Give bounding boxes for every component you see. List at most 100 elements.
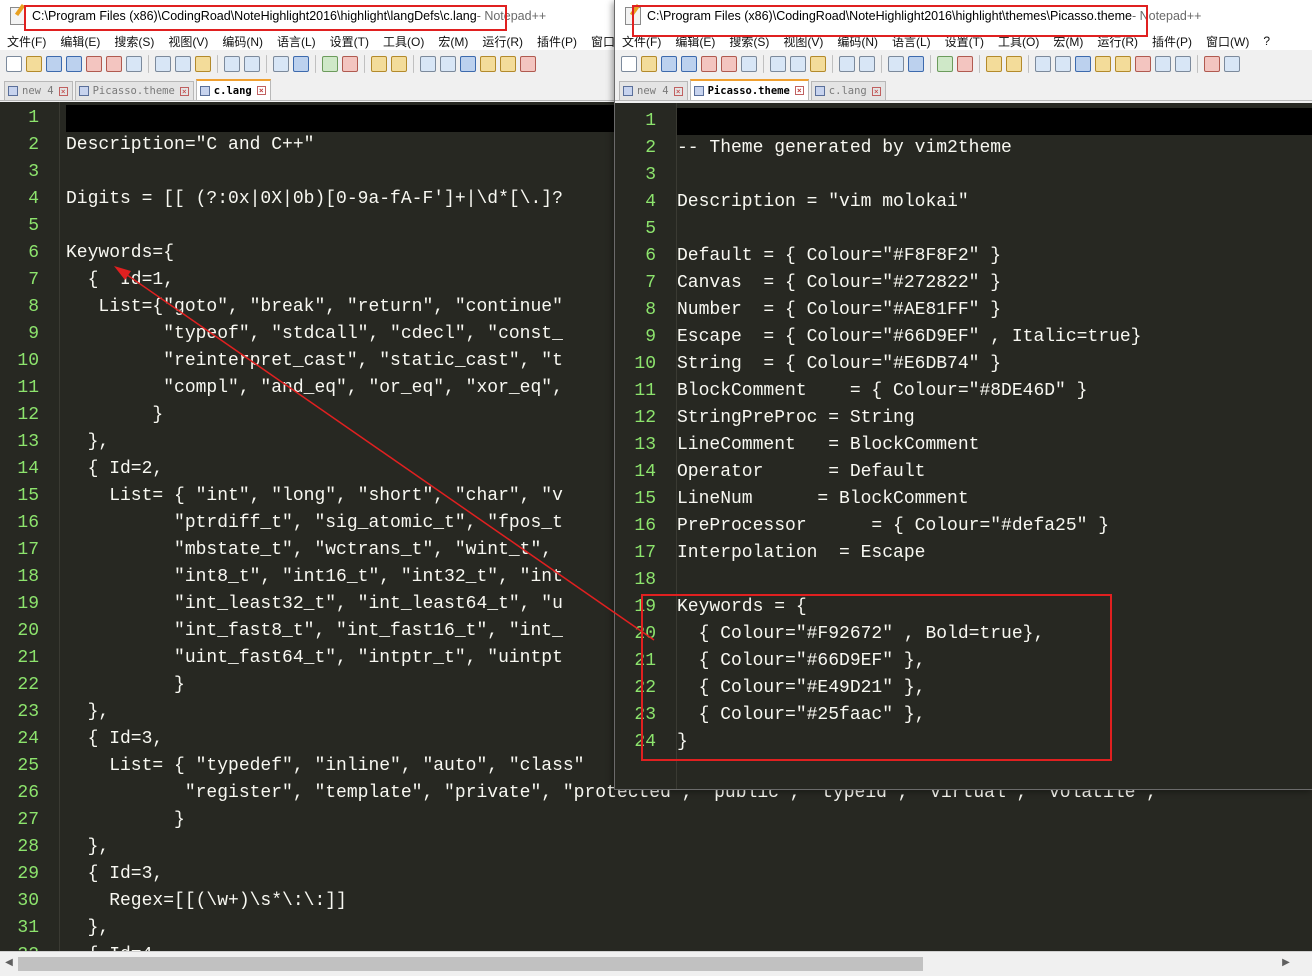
save-icon[interactable] xyxy=(46,56,62,72)
menu-run[interactable]: 运行(R) xyxy=(475,33,530,50)
menu-tools[interactable]: 工具(O) xyxy=(376,33,431,50)
zoom-in-icon[interactable] xyxy=(322,56,338,72)
code-line[interactable]: LineNum = BlockComment xyxy=(677,486,1312,513)
copy-icon[interactable] xyxy=(175,56,191,72)
code-line[interactable]: BlockComment = { Colour="#8DE46D" } xyxy=(677,378,1312,405)
close-all-icon[interactable] xyxy=(721,56,737,72)
tab-c-lang[interactable]: c.lang × xyxy=(810,81,886,100)
menu-file[interactable]: 文件(F) xyxy=(615,33,668,50)
sync-vertical-icon[interactable] xyxy=(986,56,1002,72)
menu-edit[interactable]: 编辑(E) xyxy=(668,33,722,50)
open-file-icon[interactable] xyxy=(26,56,42,72)
code-line[interactable]: { Colour="#E49D21" }, xyxy=(677,675,1312,702)
code-line[interactable]: }, xyxy=(66,834,1312,861)
menu-settings[interactable]: 设置(T) xyxy=(938,33,991,50)
close-tab-icon[interactable]: × xyxy=(179,86,189,96)
menu-macro[interactable]: 宏(M) xyxy=(1046,33,1090,50)
redo-icon[interactable] xyxy=(859,56,875,72)
save-all-icon[interactable] xyxy=(681,56,697,72)
show-all-chars-icon[interactable] xyxy=(440,56,456,72)
indent-guide-icon[interactable] xyxy=(1075,56,1091,72)
redo-icon[interactable] xyxy=(244,56,260,72)
show-all-chars-icon[interactable] xyxy=(1055,56,1071,72)
right-editor[interactable]: 1 2 3 4 5 6 7 8 9 10 11 12 13 14 15 16 17 18 19 20 21 22 23 24 … xyxy=(615,103,1312,789)
code-line[interactable]: Keywords = { xyxy=(677,594,1312,621)
zoom-in-icon[interactable] xyxy=(937,56,953,72)
close-file-icon[interactable] xyxy=(86,56,102,72)
doc-map-icon[interactable] xyxy=(500,56,516,72)
code-line[interactable]: { Id=3, xyxy=(66,861,1312,888)
code-line[interactable]: Canvas = { Colour="#272822" } xyxy=(677,270,1312,297)
user-language-icon[interactable] xyxy=(1095,56,1111,72)
close-all-icon[interactable] xyxy=(106,56,122,72)
code-line[interactable] xyxy=(677,162,1312,189)
code-line[interactable]: } xyxy=(66,807,1312,834)
menu-language[interactable]: 语言(L) xyxy=(270,33,323,50)
sync-vertical-icon[interactable] xyxy=(371,56,387,72)
code-line[interactable]: } xyxy=(677,729,1312,756)
menu-search[interactable]: 搜索(S) xyxy=(107,33,161,50)
code-line[interactable]: Description = "vim molokai" xyxy=(677,189,1312,216)
code-line[interactable]: PreProcessor = { Colour="#defa25" } xyxy=(677,513,1312,540)
code-line[interactable]: { Colour="#F92672" , Bold=true}, xyxy=(677,621,1312,648)
cut-icon[interactable] xyxy=(770,56,786,72)
scroll-left-icon[interactable]: ◀ xyxy=(3,956,15,970)
code-line[interactable] xyxy=(677,567,1312,594)
menu-edit[interactable]: 编辑(E) xyxy=(53,33,107,50)
open-file-icon[interactable] xyxy=(641,56,657,72)
word-wrap-icon[interactable] xyxy=(420,56,436,72)
code-line[interactable] xyxy=(677,216,1312,243)
save-all-icon[interactable] xyxy=(66,56,82,72)
record-macro-icon[interactable] xyxy=(1204,56,1220,72)
code-line[interactable]: }, xyxy=(66,915,1312,942)
sync-horizontal-icon[interactable] xyxy=(391,56,407,72)
close-tab-icon[interactable]: × xyxy=(794,86,804,95)
code-line[interactable]: Escape = { Colour="#66D9EF" , Italic=tru… xyxy=(677,324,1312,351)
new-file-icon[interactable] xyxy=(621,56,637,72)
doc-map-icon[interactable] xyxy=(1115,56,1131,72)
menu-file[interactable]: 文件(F) xyxy=(0,33,53,50)
code-line[interactable]: { Colour="#25faac" }, xyxy=(677,702,1312,729)
menu-view[interactable]: 视图(V) xyxy=(161,33,215,50)
horizontal-scrollbar[interactable]: ◀ ▶ xyxy=(0,951,1312,976)
new-file-icon[interactable] xyxy=(6,56,22,72)
paste-icon[interactable] xyxy=(195,56,211,72)
menu-search[interactable]: 搜索(S) xyxy=(722,33,776,50)
code-line[interactable]: Default = { Colour="#F8F8F2" } xyxy=(677,243,1312,270)
replace-icon[interactable] xyxy=(293,56,309,72)
code-line[interactable]: Regex=[[(\w+)\s*\:\:]] xyxy=(66,888,1312,915)
code-line[interactable]: Interpolation = Escape xyxy=(677,540,1312,567)
save-icon[interactable] xyxy=(661,56,677,72)
find-icon[interactable] xyxy=(888,56,904,72)
tab-new-4[interactable]: new 4 × xyxy=(619,81,688,100)
close-tab-icon[interactable]: × xyxy=(871,86,881,96)
menu-language[interactable]: 语言(L) xyxy=(885,33,938,50)
code-area[interactable]: -- Theme generated by vim2theme Descripti… xyxy=(677,103,1312,789)
menu-encoding[interactable]: 编码(N) xyxy=(830,33,885,50)
menu-tools[interactable]: 工具(O) xyxy=(991,33,1046,50)
close-file-icon[interactable] xyxy=(701,56,717,72)
find-icon[interactable] xyxy=(273,56,289,72)
code-line[interactable]: LineComment = BlockComment xyxy=(677,432,1312,459)
close-tab-icon[interactable]: × xyxy=(58,86,68,96)
menu-encoding[interactable]: 编码(N) xyxy=(215,33,270,50)
menu-settings[interactable]: 设置(T) xyxy=(323,33,376,50)
menu-plugins[interactable]: 插件(P) xyxy=(1145,33,1199,50)
code-line[interactable]: -- Theme generated by vim2theme xyxy=(677,135,1312,162)
word-wrap-icon[interactable] xyxy=(1035,56,1051,72)
cut-icon[interactable] xyxy=(155,56,171,72)
zoom-out-icon[interactable] xyxy=(957,56,973,72)
function-list-icon[interactable] xyxy=(1135,56,1151,72)
code-line[interactable]: Operator = Default xyxy=(677,459,1312,486)
tab-c-lang[interactable]: c.lang × xyxy=(195,79,271,100)
menu-macro[interactable]: 宏(M) xyxy=(431,33,475,50)
menu-help[interactable]: ? xyxy=(1256,34,1277,48)
tab-picasso-theme[interactable]: Picasso.theme × xyxy=(689,79,809,100)
undo-icon[interactable] xyxy=(224,56,240,72)
replace-icon[interactable] xyxy=(908,56,924,72)
copy-icon[interactable] xyxy=(790,56,806,72)
scrollbar-thumb[interactable] xyxy=(18,957,923,971)
code-line[interactable]: StringPreProc = String xyxy=(677,405,1312,432)
code-line[interactable] xyxy=(677,108,1312,135)
sync-horizontal-icon[interactable] xyxy=(1006,56,1022,72)
